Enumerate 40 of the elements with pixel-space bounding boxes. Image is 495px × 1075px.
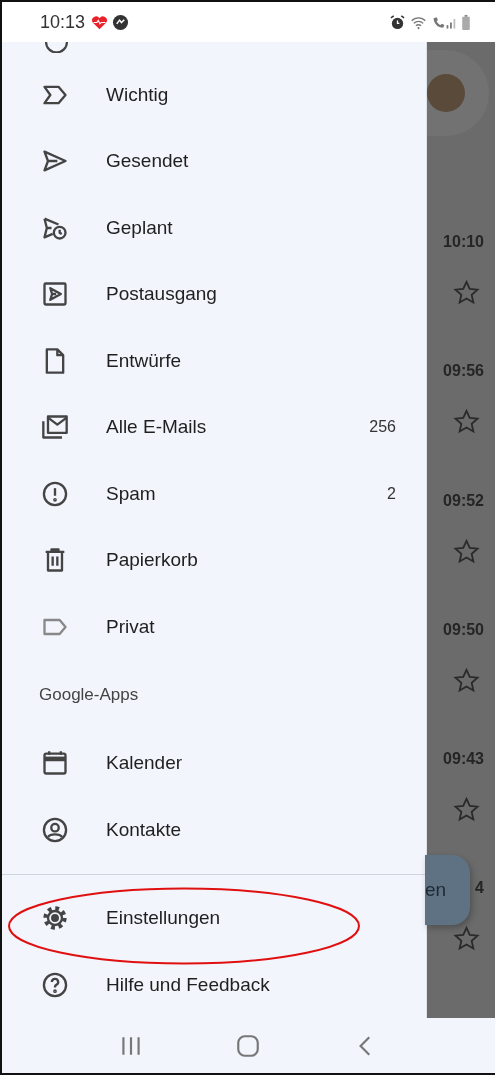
home-icon[interactable] bbox=[235, 1032, 262, 1059]
drawer-item[interactable]: Papierkorb bbox=[2, 527, 426, 594]
star-icon[interactable] bbox=[453, 537, 480, 565]
star-icon[interactable] bbox=[453, 796, 480, 824]
status-time: 10:13 bbox=[40, 11, 86, 33]
drawer-item[interactable]: Hilfe und Feedback bbox=[2, 951, 426, 1018]
alarm-icon bbox=[389, 13, 406, 31]
email-time: 09:43 bbox=[443, 750, 484, 769]
battery-icon bbox=[461, 13, 471, 31]
drawer-item[interactable]: Postausgang bbox=[2, 261, 426, 328]
alert-circle-icon bbox=[41, 479, 69, 508]
drawer-item[interactable]: Spam 2 bbox=[2, 460, 426, 527]
drawer-item[interactable]: Entwürfe bbox=[2, 327, 426, 394]
section-header: Google-Apps bbox=[38, 684, 140, 706]
calendar-icon bbox=[41, 749, 69, 778]
star-icon[interactable] bbox=[453, 408, 480, 436]
outbox-icon bbox=[41, 280, 69, 309]
star-icon[interactable] bbox=[453, 666, 480, 694]
email-time: 09:56 bbox=[443, 362, 484, 381]
heart-icon bbox=[91, 13, 109, 31]
drawer-item[interactable]: Geplant bbox=[2, 194, 426, 261]
email-time: 10:10 bbox=[443, 233, 484, 251]
drawer-item[interactable]: Wichtig bbox=[2, 61, 426, 128]
person-circle-icon bbox=[41, 815, 69, 844]
stacked-mail-icon bbox=[41, 413, 69, 442]
drawer-item[interactable]: Kontakte bbox=[2, 796, 426, 863]
star-icon[interactable] bbox=[453, 925, 480, 953]
email-time: 09:50 bbox=[443, 620, 484, 639]
circle-icon bbox=[112, 13, 130, 31]
avatar[interactable] bbox=[427, 74, 465, 112]
settings-icon bbox=[41, 904, 69, 933]
drawer-item[interactable]: Kalender bbox=[2, 730, 426, 797]
help-icon bbox=[41, 970, 69, 999]
email-time: 09:52 bbox=[443, 491, 484, 510]
drawer-item[interactable]: Alle E-Mails 256 bbox=[2, 394, 426, 461]
drawer-item[interactable]: Einstellungen bbox=[2, 885, 426, 952]
drawer-item[interactable]: Privat bbox=[2, 593, 426, 660]
star-icon[interactable] bbox=[453, 279, 480, 306]
email-time: 4 bbox=[475, 879, 484, 898]
drawer-item[interactable]: Gesendet bbox=[2, 128, 426, 195]
